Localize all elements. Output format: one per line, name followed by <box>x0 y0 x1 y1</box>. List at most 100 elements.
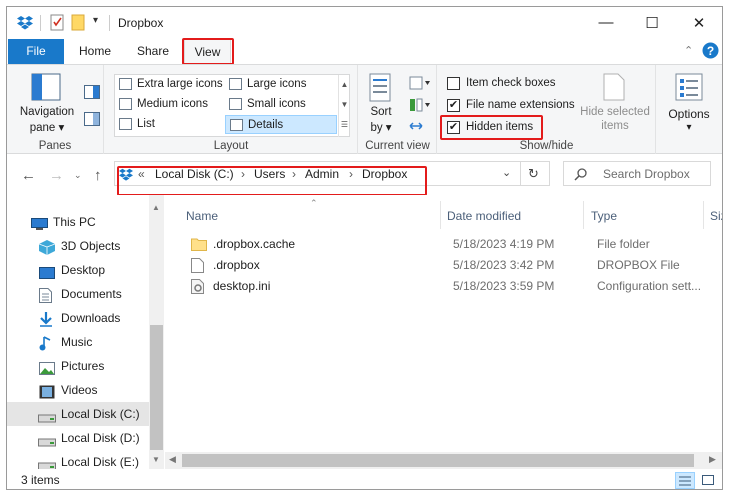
column-divider[interactable] <box>703 201 704 229</box>
panes-group: Navigation pane ▾ Panes <box>7 65 104 154</box>
maximize-button[interactable]: ☐ <box>629 7 675 38</box>
file-date: 5/18/2023 3:42 PM <box>453 258 555 272</box>
column-divider[interactable] <box>440 201 441 229</box>
details-view-button[interactable] <box>675 472 695 489</box>
file-date: 5/18/2023 4:19 PM <box>453 237 555 251</box>
nav-item-documents[interactable]: Documents <box>7 282 149 306</box>
table-row[interactable]: .dropbox.cache 5/18/2023 4:19 PM File fold… <box>185 234 721 255</box>
properties-icon[interactable] <box>49 14 65 31</box>
item-check-boxes-checkbox[interactable] <box>447 77 460 90</box>
column-date-modified[interactable]: Date modified <box>447 209 521 223</box>
explorer-window: ▾ Dropbox — ☐ ✕ File Home Share View ⌃ ?… <box>6 6 723 490</box>
tab-home[interactable]: Home <box>67 39 123 64</box>
file-type: File folder <box>597 237 650 251</box>
sort-label-2: by ▾ <box>370 122 392 134</box>
nav-item-label: Music <box>61 335 93 349</box>
layout-medium-icons[interactable]: Medium icons <box>115 95 227 114</box>
nav-item-local-disk-d[interactable]: Local Disk (D:) <box>7 426 149 450</box>
small-icons-icon <box>229 98 242 110</box>
show-hide-group-label: Show/hide <box>519 140 574 152</box>
hide-selected-label-2: items <box>601 120 629 132</box>
nav-item-label: Local Disk (D:) <box>61 431 140 445</box>
table-row[interactable]: desktop.ini 5/18/2023 3:59 PM Configuratio… <box>185 276 721 297</box>
navigation-pane-button[interactable]: Navigation pane ▾ <box>15 71 79 137</box>
nav-item-videos[interactable]: Videos <box>7 378 149 402</box>
search-placeholder: Search Dropbox <box>603 167 690 181</box>
extra-large-icons-icon <box>119 78 132 90</box>
file-date: 5/18/2023 3:59 PM <box>453 279 555 293</box>
search-icon <box>574 168 587 181</box>
navigation-pane-icon <box>31 73 61 101</box>
column-type[interactable]: Type <box>591 209 617 223</box>
file-name: .dropbox <box>213 258 260 272</box>
nav-item-downloads[interactable]: Downloads <box>7 306 149 330</box>
nav-item-label: Videos <box>61 383 98 397</box>
large-icons-view-button[interactable] <box>699 472 719 489</box>
table-row[interactable]: .dropbox 5/18/2023 3:42 PM DROPBOX File <box>185 255 721 276</box>
column-divider[interactable] <box>583 201 584 229</box>
column-size[interactable]: Siz <box>710 209 722 223</box>
scroll-right-icon[interactable]: ▶ <box>709 454 716 465</box>
quick-access-dropdown-icon[interactable]: ▾ <box>93 15 98 26</box>
status-bar: 3 items <box>7 469 722 489</box>
dropbox-icon[interactable] <box>17 14 33 30</box>
nav-item-this-pc[interactable]: This PC <box>7 210 149 234</box>
options-button[interactable]: Options ▾ <box>658 71 720 141</box>
refresh-icon[interactable]: ↻ <box>528 166 539 182</box>
address-dropdown-icon[interactable]: ⌄ <box>502 166 511 179</box>
nav-item-desktop[interactable]: Desktop <box>7 258 149 282</box>
sort-ascending-icon: ⌃ <box>310 198 318 208</box>
back-arrow-icon[interactable]: ← <box>21 167 36 184</box>
desktop-icon <box>39 263 55 279</box>
scroll-left-icon[interactable]: ◀ <box>169 454 176 465</box>
scroll-up-icon[interactable]: ▲ <box>152 203 160 212</box>
horizontal-scroll-thumb[interactable] <box>182 454 694 467</box>
recent-locations-icon[interactable]: ⌄ <box>74 170 82 181</box>
forward-arrow-icon[interactable]: → <box>49 167 64 184</box>
horizontal-scrollbar[interactable]: ◀ ▶ <box>165 452 722 469</box>
layout-group-label: Layout <box>213 140 249 152</box>
up-arrow-icon[interactable]: ↑ <box>94 167 102 184</box>
address-row: ← → ⌄ ↑ « Local Disk (C:) › Users › Admi… <box>7 155 722 196</box>
file-type: DROPBOX File <box>597 258 680 272</box>
nav-scrollbar[interactable]: ▲ ▼ <box>149 195 164 469</box>
nav-scroll-thumb[interactable] <box>150 325 163 450</box>
details-pane-icon[interactable] <box>84 112 100 126</box>
layout-small-icons[interactable]: Small icons <box>225 95 337 114</box>
group-by-icon[interactable] <box>409 76 431 90</box>
nav-item-pictures[interactable]: Pictures <box>7 354 149 378</box>
column-name[interactable]: Name <box>186 209 218 223</box>
options-dropdown-icon: ▾ <box>686 122 692 133</box>
size-columns-icon[interactable] <box>409 119 423 133</box>
layout-list[interactable]: List <box>115 115 227 134</box>
window-title: Dropbox <box>118 16 164 30</box>
search-box[interactable]: Search Dropbox <box>563 161 711 186</box>
preview-pane-icon[interactable] <box>84 85 100 99</box>
minimize-button[interactable]: — <box>583 7 629 38</box>
nav-item-3d-objects[interactable]: 3D Objects <box>7 234 149 258</box>
sort-by-button[interactable]: Sort by ▾ <box>364 71 398 137</box>
add-columns-icon[interactable] <box>409 98 431 112</box>
hide-selected-icon <box>603 73 625 101</box>
tab-file[interactable]: File <box>8 39 64 64</box>
collapse-ribbon-icon[interactable]: ⌃ <box>684 44 693 57</box>
tab-share[interactable]: Share <box>125 39 181 64</box>
close-button[interactable]: ✕ <box>676 7 722 38</box>
nav-item-music[interactable]: Music <box>7 330 149 354</box>
file-name: .dropbox.cache <box>213 237 296 251</box>
layout-details[interactable]: Details <box>225 115 337 134</box>
help-icon[interactable]: ? <box>702 42 719 59</box>
navigation-pane: This PC 3D Objects Desktop Documents Downloa… <box>7 195 165 471</box>
nav-item-local-disk-c[interactable]: Local Disk (C:) <box>7 402 149 426</box>
sort-label: Sort <box>370 106 392 118</box>
layout-group: Extra large icons Large icons Medium ico… <box>105 65 358 154</box>
layout-extra-large-icons[interactable]: Extra large icons <box>115 75 227 94</box>
layout-large-icons[interactable]: Large icons <box>225 75 337 94</box>
navigation-pane-label-2: pane ▾ <box>29 122 65 134</box>
navigation-pane-label: Navigation <box>19 106 75 118</box>
layout-gallery-scroll[interactable]: ▲ ▼ ☰ <box>338 75 350 137</box>
scroll-down-icon[interactable]: ▼ <box>152 455 160 464</box>
new-folder-icon[interactable] <box>71 14 85 31</box>
hide-selected-items-button[interactable]: Hide selected items <box>578 71 652 133</box>
file-name-extensions-checkbox[interactable]: ✔ <box>447 99 460 112</box>
